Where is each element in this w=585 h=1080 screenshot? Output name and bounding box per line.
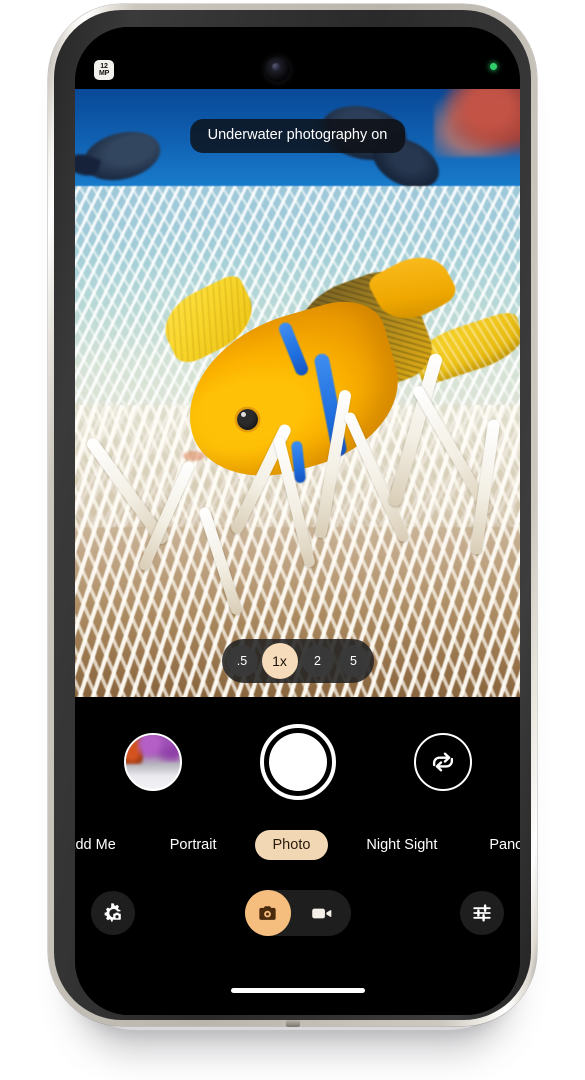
zoom-option-2x[interactable]: 2 xyxy=(301,645,334,677)
bottom-toolbar xyxy=(75,881,520,945)
video-mode-button[interactable] xyxy=(305,890,339,936)
clownfish xyxy=(154,244,461,515)
shutter-row xyxy=(75,719,520,805)
zoom-option-1x[interactable]: 1x xyxy=(261,643,298,679)
frame-bottom-antenna-line xyxy=(285,1020,300,1027)
video-camera-icon xyxy=(312,908,332,918)
camera-icon xyxy=(259,905,276,920)
viewfinder-scene-image xyxy=(75,89,520,697)
shutter-button-core xyxy=(268,733,327,791)
phone-frame: 12 MP Underwater photography on .5 1x 2 … xyxy=(48,4,537,1027)
screenshot-root: 12 MP Underwater photography on .5 1x 2 … xyxy=(0,0,585,1080)
camera-controls: Add Me Portrait Photo Night Sight Pano xyxy=(75,697,520,1015)
phone-bezel: 12 MP Underwater photography on .5 1x 2 … xyxy=(54,10,531,1020)
clownfish-eye xyxy=(237,409,258,430)
camera-in-use-green-dot xyxy=(490,63,497,70)
camera-viewfinder[interactable]: Underwater photography on .5 1x 2 5 xyxy=(75,89,520,697)
front-camera-punch-hole xyxy=(264,57,290,82)
capture-mode-selector[interactable]: Add Me Portrait Photo Night Sight Pano xyxy=(75,825,520,865)
shutter-button[interactable] xyxy=(259,724,336,800)
phone-screen: 12 MP Underwater photography on .5 1x 2 … xyxy=(75,27,520,1015)
photo-video-mode-toggle[interactable] xyxy=(244,890,351,936)
camera-settings-button[interactable] xyxy=(91,891,135,935)
switch-camera-icon xyxy=(432,752,453,772)
mode-portrait[interactable]: Portrait xyxy=(156,831,231,860)
home-gesture-bar[interactable] xyxy=(230,988,365,993)
12-megapixel-badge: 12 MP xyxy=(94,60,114,80)
mode-pano[interactable]: Pano xyxy=(475,831,520,860)
status-bar: 12 MP xyxy=(75,27,520,89)
mode-night-sight[interactable]: Night Sight xyxy=(352,831,451,860)
clownfish-mouth xyxy=(183,451,205,461)
zoom-option-5x[interactable]: 5 xyxy=(337,645,370,677)
mp-badge-number: 12 xyxy=(100,62,108,70)
tune-sliders-icon xyxy=(473,904,491,922)
last-photo-thumbnail[interactable] xyxy=(123,733,182,791)
mode-photo[interactable]: Photo xyxy=(254,829,329,861)
adjust-settings-button[interactable] xyxy=(460,891,504,935)
mode-add-me[interactable]: Add Me xyxy=(75,831,130,860)
underwater-mode-toast: Underwater photography on xyxy=(189,119,406,153)
zoom-level-selector[interactable]: .5 1x 2 5 xyxy=(221,639,374,683)
photo-mode-button[interactable] xyxy=(244,890,291,936)
camera-settings-gear-icon xyxy=(104,903,121,922)
switch-camera-button[interactable] xyxy=(413,733,472,791)
zoom-option-0_5x[interactable]: .5 xyxy=(225,645,258,677)
mp-badge-unit: MP xyxy=(98,70,110,77)
